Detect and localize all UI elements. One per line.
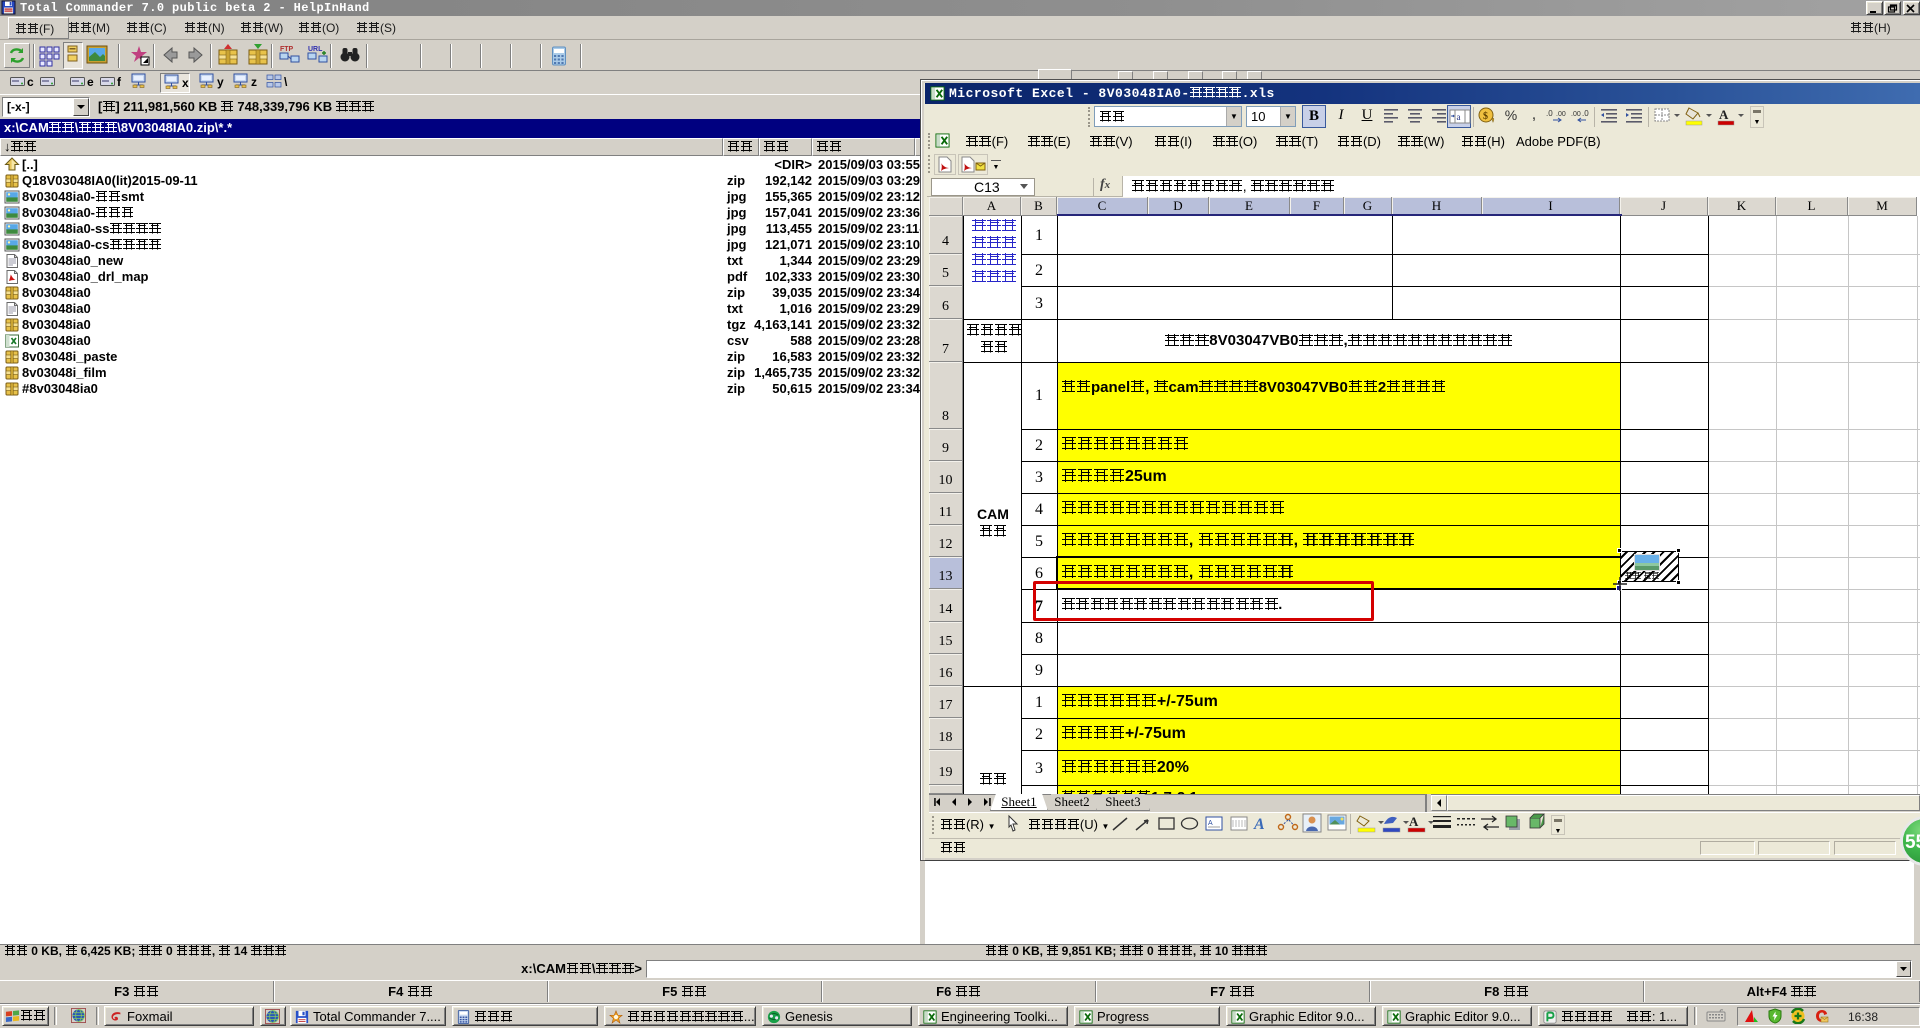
svg-text:URL: URL bbox=[308, 46, 323, 53]
svg-text:A: A bbox=[1253, 816, 1265, 833]
svg-text:A: A bbox=[1719, 107, 1729, 122]
svg-text:.0: .0 bbox=[1582, 109, 1589, 118]
svg-text:.0: .0 bbox=[1546, 109, 1553, 118]
svg-text:a: a bbox=[1457, 112, 1461, 122]
svg-text:$: $ bbox=[1483, 111, 1488, 122]
svg-text:.00: .00 bbox=[1571, 111, 1581, 118]
svg-text:.00: .00 bbox=[1556, 111, 1566, 118]
svg-text:A: A bbox=[1208, 820, 1213, 827]
svg-text:A: A bbox=[1409, 814, 1419, 829]
svg-text:55: 55 bbox=[1905, 832, 1920, 853]
svg-text:FTP: FTP bbox=[280, 46, 294, 53]
